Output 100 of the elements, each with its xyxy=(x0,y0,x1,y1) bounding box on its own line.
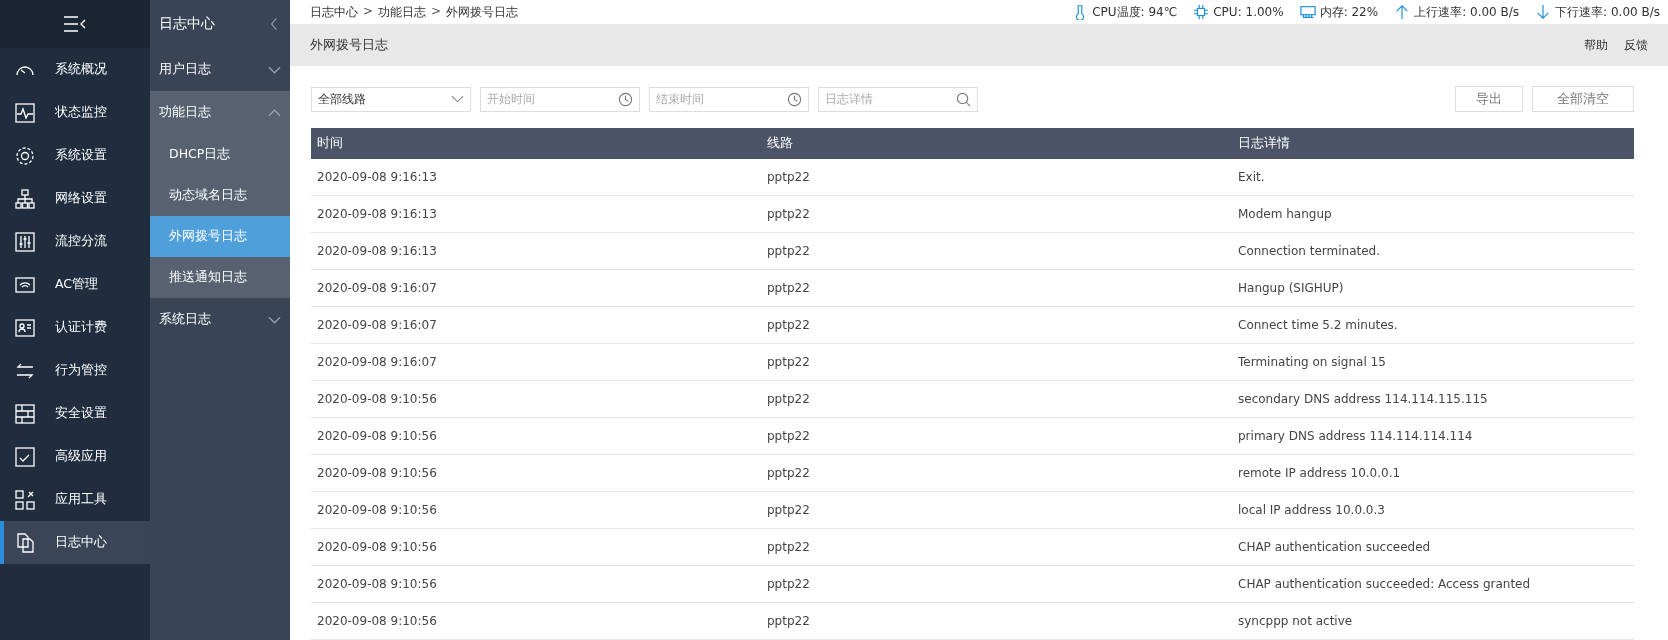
subnav-group[interactable]: 用户日志 xyxy=(150,48,290,91)
tools-grid-icon xyxy=(14,488,36,511)
table-cell: 2020-09-08 9:16:07 xyxy=(311,306,761,344)
table-cell: secondary DNS address 114.114.115.115 xyxy=(1232,380,1634,418)
table-cell: pptp22 xyxy=(761,417,1232,455)
subnav-item[interactable]: 推送通知日志 xyxy=(150,257,290,298)
search-icon xyxy=(956,91,971,107)
breadcrumb-link[interactable]: 功能日志 xyxy=(378,3,427,21)
table-cell: pptp22 xyxy=(761,528,1232,566)
nav-item[interactable]: 应用工具 xyxy=(0,478,150,521)
status-reading: 下行速率: 0.00 B/s xyxy=(1555,3,1660,21)
breadcrumb-separator: > xyxy=(363,3,374,20)
table-cell: 2020-09-08 9:10:56 xyxy=(311,417,761,455)
nav-item[interactable]: 流控分流 xyxy=(0,220,150,263)
table-cell: pptp22 xyxy=(761,380,1232,418)
subnav-item[interactable]: DHCP日志 xyxy=(150,134,290,175)
nav-item[interactable]: 日志中心 xyxy=(0,521,150,564)
subnav-group[interactable]: 系统日志 xyxy=(150,298,290,341)
nav-item[interactable]: 安全设置 xyxy=(0,392,150,435)
table-cell: Modem hangup xyxy=(1232,195,1634,233)
table-cell: pptp22 xyxy=(761,195,1232,233)
subnav-item[interactable]: 动态域名日志 xyxy=(150,175,290,216)
chevron-icon xyxy=(268,65,281,74)
line-select[interactable]: 全部线路 xyxy=(311,86,471,112)
table-cell: CHAP authentication succeeded: Access granted xyxy=(1232,565,1634,603)
table-cell: pptp22 xyxy=(761,565,1232,603)
header-link[interactable]: 反馈 xyxy=(1624,36,1648,54)
nav-item[interactable]: 认证计费 xyxy=(0,306,150,349)
table-cell: local IP address 10.0.0.3 xyxy=(1232,491,1634,529)
subnav-group[interactable]: 功能日志 xyxy=(150,91,290,134)
nav-item[interactable]: 系统设置 xyxy=(0,134,150,177)
column-header: 日志详情 xyxy=(1232,128,1634,159)
table-cell: pptp22 xyxy=(761,232,1232,270)
table-cell: 2020-09-08 9:16:13 xyxy=(311,232,761,270)
table-cell: 2020-09-08 9:16:07 xyxy=(311,343,761,381)
start-time-field[interactable]: 开始时间 xyxy=(480,86,640,112)
memory-icon xyxy=(1299,4,1316,21)
table-cell: 2020-09-08 9:10:56 xyxy=(311,380,761,418)
chevron-icon xyxy=(268,108,281,117)
sliders-icon xyxy=(14,230,36,253)
table-cell: Hangup (SIGHUP) xyxy=(1232,269,1634,307)
page-title: 外网拨号日志 xyxy=(310,36,388,55)
table-cell: CHAP authentication succeeded xyxy=(1232,528,1634,566)
table-cell: pptp22 xyxy=(761,454,1232,492)
end-time-field[interactable]: 结束时间 xyxy=(649,86,809,112)
nav-item[interactable]: 系统概况 xyxy=(0,48,150,91)
network-icon xyxy=(14,187,36,210)
table-cell: 2020-09-08 9:16:07 xyxy=(311,269,761,307)
column-header: 线路 xyxy=(761,128,1232,159)
table-cell: 2020-09-08 9:10:56 xyxy=(311,565,761,603)
status-reading: 上行速率: 0.00 B/s xyxy=(1414,3,1520,21)
table-cell: Terminating on signal 15 xyxy=(1232,343,1634,381)
chevron-icon xyxy=(268,315,281,324)
table-cell: remote IP address 10.0.0.1 xyxy=(1232,454,1634,492)
documents-icon xyxy=(14,531,36,554)
table-cell: primary DNS address 114.114.114.114 xyxy=(1232,417,1634,455)
nav-item[interactable]: AC管理 xyxy=(0,263,150,306)
clock-icon xyxy=(787,91,802,107)
up-arrow-icon xyxy=(1394,4,1411,21)
table-cell: pptp22 xyxy=(761,269,1232,307)
search-field[interactable]: 日志详情 xyxy=(818,86,978,112)
table-cell: 2020-09-08 9:16:13 xyxy=(311,159,761,196)
table-cell: pptp22 xyxy=(761,491,1232,529)
table-cell: 2020-09-08 9:10:56 xyxy=(311,454,761,492)
nav-item[interactable]: 高级应用 xyxy=(0,435,150,478)
status-reading: 内存: 22% xyxy=(1319,3,1379,21)
gear-icon xyxy=(14,144,36,167)
table-cell: pptp22 xyxy=(761,306,1232,344)
clock-icon xyxy=(618,91,633,107)
action-button[interactable]: 导出 xyxy=(1455,86,1523,112)
table-cell: syncppp not active xyxy=(1232,602,1634,640)
menu-collapse-icon[interactable] xyxy=(63,16,87,32)
table-cell: 2020-09-08 9:10:56 xyxy=(311,528,761,566)
table-cell: Connection terminated. xyxy=(1232,232,1634,270)
table-cell: pptp22 xyxy=(761,343,1232,381)
header-link[interactable]: 帮助 xyxy=(1584,36,1608,54)
down-arrow-icon xyxy=(1535,4,1552,21)
pulse-monitor-icon xyxy=(14,101,36,124)
nav-item[interactable]: 状态监控 xyxy=(0,91,150,134)
table-cell: pptp22 xyxy=(761,602,1232,640)
subnav-title: 日志中心 xyxy=(159,15,215,33)
action-button[interactable]: 全部清空 xyxy=(1532,86,1634,112)
brick-wall-icon xyxy=(14,402,36,425)
table-cell: 2020-09-08 9:10:56 xyxy=(311,602,761,640)
nav-item[interactable]: 行为管控 xyxy=(0,349,150,392)
table-cell: 2020-09-08 9:10:56 xyxy=(311,491,761,529)
chevron-left-icon[interactable] xyxy=(270,17,278,31)
status-reading: CPU温度: 94℃ xyxy=(1092,3,1178,21)
column-header: 时间 xyxy=(311,128,761,159)
nav-item[interactable]: 网络设置 xyxy=(0,177,150,220)
breadcrumb-link[interactable]: 日志中心 xyxy=(310,3,358,21)
chip-icon xyxy=(1193,4,1210,21)
checked-board-icon xyxy=(14,445,36,468)
chevron-down-icon xyxy=(451,95,464,103)
status-reading: CPU: 1.00% xyxy=(1213,5,1284,20)
table-cell: pptp22 xyxy=(761,159,1232,196)
id-card-icon xyxy=(14,316,36,339)
table-cell: 2020-09-08 9:16:13 xyxy=(311,195,761,233)
breadcrumb-current: 外网拨号日志 xyxy=(446,3,519,21)
breadcrumb-separator: > xyxy=(431,3,442,20)
